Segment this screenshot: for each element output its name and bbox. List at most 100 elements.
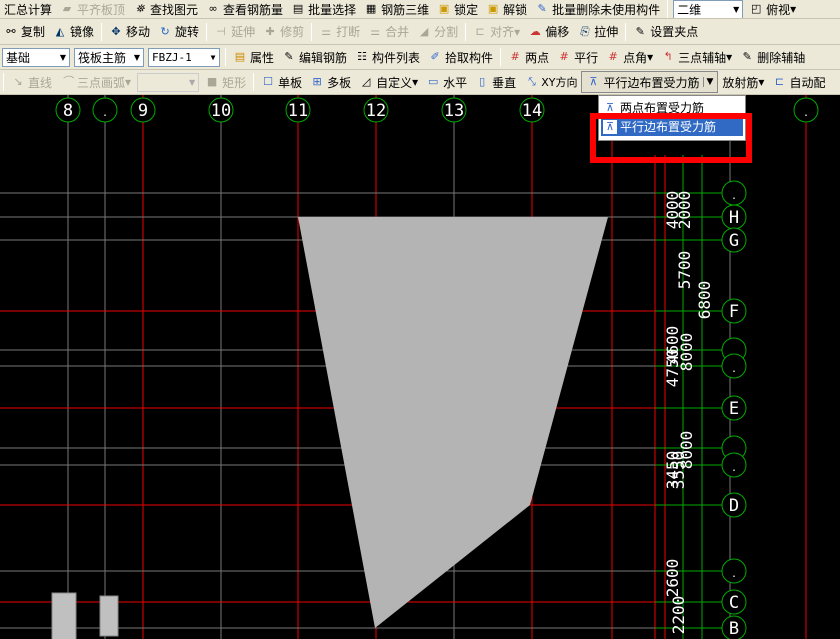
label: 自定义 — [376, 75, 413, 90]
label: 查找图元 — [150, 2, 199, 17]
chevron-down-icon: ▼ — [733, 4, 740, 14]
mirror-button[interactable]: ◭ 镜像 — [49, 22, 98, 42]
merge-icon: ⚌ — [370, 24, 380, 38]
slab-polygon — [298, 217, 608, 628]
parallel-edge-rebar-button[interactable]: ⊼ 平行边布置受力筋 ▼ — [581, 71, 719, 93]
single-slab-button[interactable]: ☐ 单板 — [257, 72, 306, 92]
horizontal-button[interactable]: ▭ 水平 — [422, 72, 471, 92]
list-icon: ☷ — [357, 50, 367, 63]
align-top-button[interactable]: ▰ 平齐板顶 — [56, 0, 129, 18]
label: 点角 — [623, 50, 648, 65]
copy-button[interactable]: ⚯ 复制 — [0, 22, 49, 42]
column — [51, 592, 77, 639]
label: 修剪 — [280, 25, 305, 39]
mirror-icon: ◭ — [55, 24, 65, 38]
label: 筏板主筋 — [78, 50, 127, 65]
rotate-button[interactable]: ↻ 旋转 — [154, 22, 203, 42]
trim-button[interactable]: ✚ 修剪 — [259, 22, 308, 42]
axis-label: . — [731, 569, 737, 580]
axis-label: H — [729, 208, 739, 228]
arc-button[interactable]: ⌒ 三点画弧 ▾ — [56, 72, 135, 92]
line-icon: ↘ — [13, 75, 23, 88]
extend-button[interactable]: ⊣ 延伸 — [210, 22, 259, 42]
cube-icon: ◰ — [750, 2, 762, 15]
arc-mode-select[interactable]: ▼ — [137, 72, 200, 92]
type-select[interactable]: 筏板主筋 ▼ — [74, 47, 144, 67]
properties-button[interactable]: ▤ 属性 — [229, 47, 278, 67]
batch-select-button[interactable]: ▤ 批量选择 — [287, 0, 360, 18]
divider — [206, 22, 208, 41]
three-point-axis-button[interactable]: ↰ 三点辅轴 ▾ — [657, 47, 736, 67]
vertical-icon: ▯ — [479, 75, 486, 88]
axis-label: B — [729, 619, 739, 639]
label: 平齐板顶 — [77, 2, 126, 17]
category-select[interactable]: 基础 ▼ — [2, 47, 70, 67]
move-button[interactable]: ✥ 移动 — [105, 22, 154, 42]
divider — [667, 0, 669, 18]
label: 偏移 — [545, 25, 570, 39]
toolbar-row-3: 基础 ▼ 筏板主筋 ▼ FBZJ-1 ▼ ▤ 属性 ✎ 编辑钢筋 ☷ 构件列表 ✐ 拾取构件 … — [0, 45, 840, 70]
batch-delete-button[interactable]: ✎ 批量删除未使用构件 — [531, 0, 664, 18]
drawing-canvas[interactable]: 8.91011121314..HGF..E..D.CB4000200057006… — [0, 95, 840, 639]
label: 平行边布置受力筋 — [603, 75, 700, 90]
divider — [3, 73, 4, 91]
custom-button[interactable]: ◿ 自定义 ▾ — [355, 72, 422, 92]
axis-label: 12 — [366, 101, 386, 121]
axis-label: 14 — [522, 101, 542, 121]
chevron-down-icon: ▼ — [133, 52, 141, 62]
point-angle-button[interactable]: # 点角 ▾ — [602, 47, 657, 67]
divider — [253, 73, 255, 91]
offset-button[interactable]: ☁ 偏移 — [524, 22, 573, 42]
label: 多板 — [327, 75, 352, 90]
chevron-down-icon[interactable]: ▼ — [703, 77, 713, 87]
merge-button[interactable]: ⚌ 合并 — [364, 22, 413, 42]
axis-label: 9 — [138, 101, 148, 121]
axis-label: E — [729, 399, 739, 419]
rectangle-button[interactable]: ■ 矩形 — [201, 72, 250, 92]
label: 设置夹点 — [650, 25, 699, 39]
auto-rebar-button[interactable]: ⊏ 自动配 — [768, 72, 829, 92]
axis-label: 10 — [211, 101, 231, 121]
line-button[interactable]: ↘ 直线 — [7, 72, 56, 92]
label: 单板 — [278, 75, 303, 90]
delete-axis-button[interactable]: ✎ 删除辅轴 — [736, 47, 809, 67]
label: 删除辅轴 — [757, 50, 806, 65]
find-element-button[interactable]: ⛯ 查找图元 — [129, 0, 202, 18]
lock-button[interactable]: ▣ 锁定 — [433, 0, 482, 18]
unlock-button[interactable]: ▣ 解锁 — [482, 0, 531, 18]
top-view-button[interactable]: ◰ 俯视 ▾ — [745, 0, 800, 18]
radial-rebar-button[interactable]: 放射筋 ▾ — [718, 72, 768, 92]
break-button[interactable]: ⚌ 打断 — [315, 22, 364, 42]
summary-calc-button[interactable]: 汇总计算 — [0, 0, 56, 18]
two-point-icon: # — [510, 50, 520, 63]
label: 锁定 — [454, 2, 479, 17]
parallel-axis-button[interactable]: # 平行 — [553, 47, 602, 67]
pick-component-button[interactable]: ✐ 拾取构件 — [424, 47, 497, 67]
vertical-button[interactable]: ▯ 垂直 — [471, 72, 520, 92]
axis-label: G — [729, 231, 739, 251]
rebar-3d-button[interactable]: ▦ 钢筋三维 — [360, 0, 433, 18]
align-button[interactable]: ⊏ 对齐 ▾ — [469, 22, 524, 42]
component-select[interactable]: FBZJ-1 ▼ — [148, 47, 220, 67]
set-grip-button[interactable]: ✎ 设置夹点 — [629, 22, 702, 42]
chevron-down-icon: ▼ — [188, 77, 196, 87]
split-button[interactable]: ◢ 分割 — [413, 22, 462, 42]
xy-direction-button[interactable]: ⤡ XY方向 — [520, 72, 581, 92]
view-rebar-button[interactable]: ∞ 查看钢筋量 — [202, 0, 287, 18]
extend-icon: ⊣ — [216, 24, 226, 38]
label: 基础 — [6, 50, 31, 65]
align-icon: ⊏ — [475, 24, 485, 38]
edit-rebar-button[interactable]: ✎ 编辑钢筋 — [278, 47, 351, 67]
label: 批量删除未使用构件 — [552, 2, 661, 17]
view-mode-select[interactable]: 二维 ▼ — [673, 0, 744, 18]
offset-icon: ☁ — [529, 24, 541, 38]
stretch-button[interactable]: ⎘ 拉伸 — [573, 22, 622, 42]
horizontal-icon: ▭ — [427, 75, 439, 88]
split-icon: ◢ — [419, 24, 429, 38]
label: 拾取构件 — [445, 50, 494, 65]
multi-slab-button[interactable]: ⊞ 多板 — [306, 72, 355, 92]
two-point-axis-button[interactable]: # 两点 — [504, 47, 553, 67]
component-list-button[interactable]: ☷ 构件列表 — [351, 47, 424, 67]
label: 批量选择 — [308, 2, 357, 17]
label: 合并 — [385, 25, 410, 39]
